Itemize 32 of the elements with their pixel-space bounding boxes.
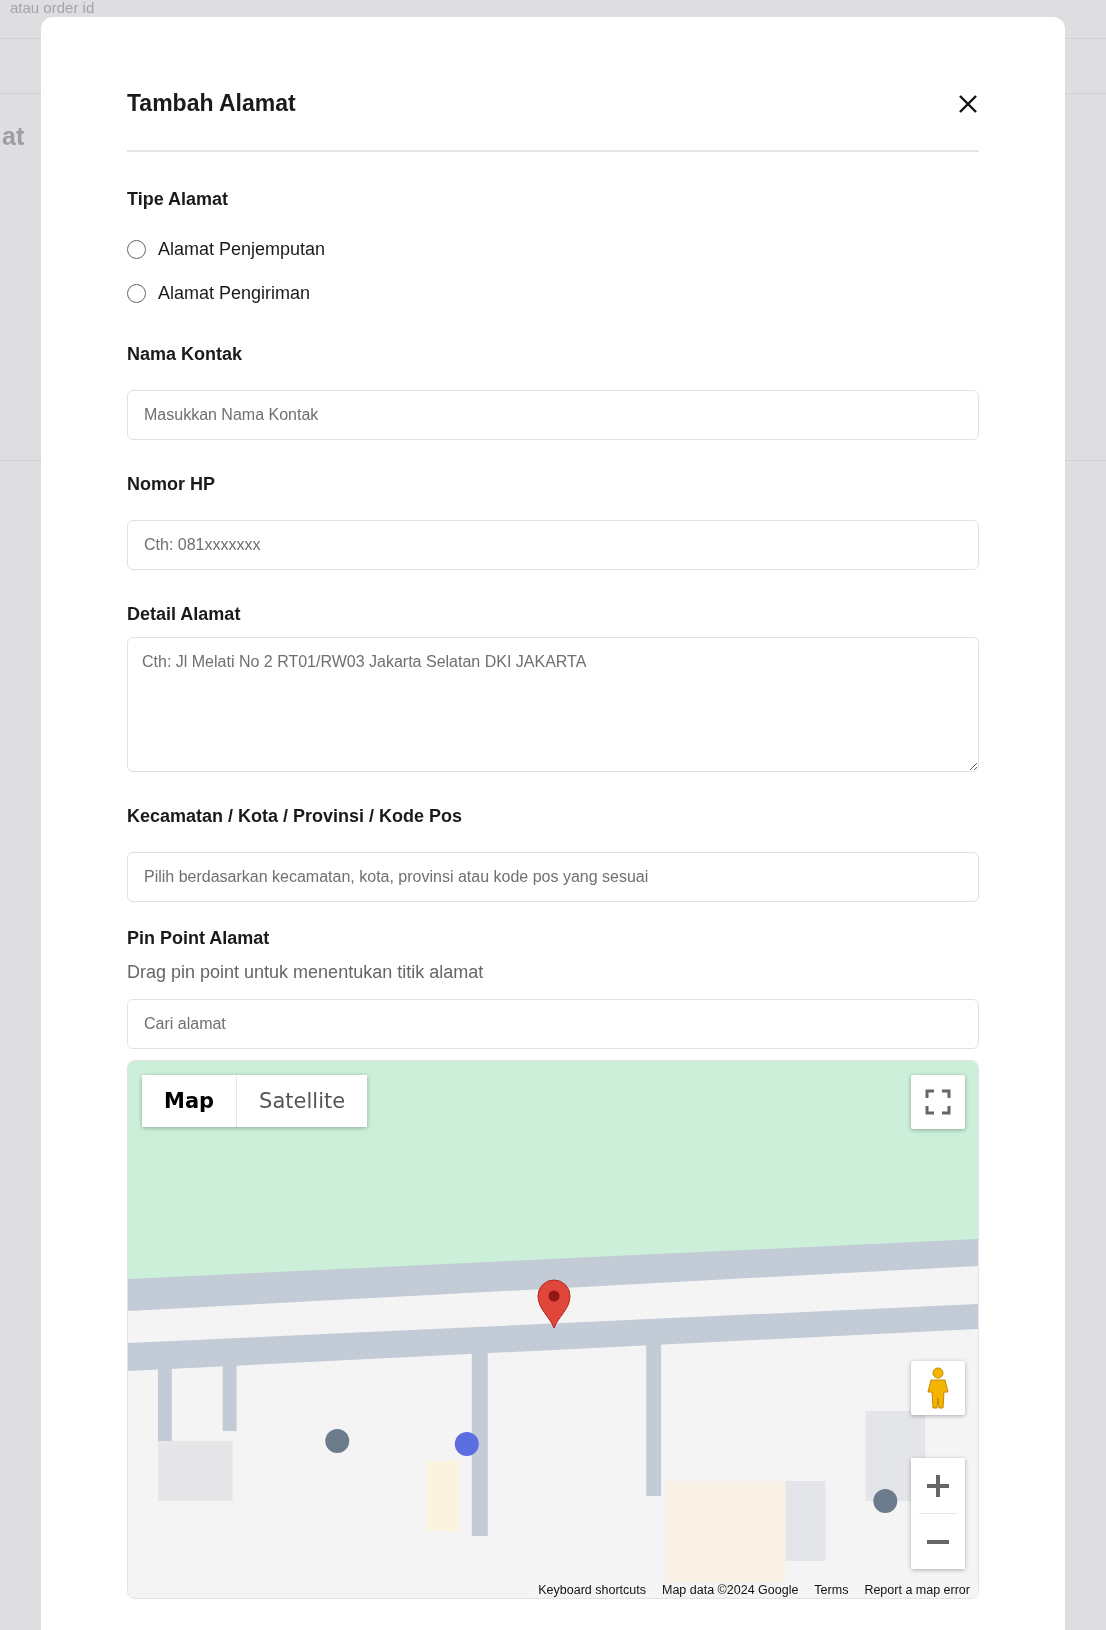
map-footer-link[interactable]: Keyboard shortcuts bbox=[538, 1583, 646, 1597]
field-label: Nama Kontak bbox=[127, 344, 244, 365]
text-area[interactable]: Cth: Jl Melati No 2 RT01/RW03 Jakarta Selatan DKI JAKARTA bbox=[127, 637, 979, 772]
minus-icon bbox=[926, 1538, 950, 1545]
search-field[interactable]: Cari alamat bbox=[127, 999, 979, 1049]
dialog-title: Tambah Alamat bbox=[127, 90, 296, 117]
zoom-out-button[interactable] bbox=[911, 1514, 965, 1569]
input-field[interactable]: Cth: 081xxxxxxx bbox=[127, 520, 979, 570]
input-field[interactable]: Pilih berdasarkan kecamatan, kota, provinsi atau kode pos yang sesuai bbox=[127, 852, 979, 902]
map-footer-link[interactable]: Report a map error bbox=[864, 1583, 970, 1597]
search-field[interactable]: atau order id bbox=[4, 0, 410, 16]
input-field[interactable]: Masukkan Nama Kontak bbox=[127, 390, 979, 440]
radio-label[interactable]: Alamat Pengiriman bbox=[158, 283, 311, 304]
close-icon[interactable] bbox=[957, 92, 979, 115]
field-label: Detail Alamat bbox=[127, 604, 242, 625]
field-label: Pin Point Alamat bbox=[127, 928, 271, 949]
page-heading: at bbox=[2, 122, 25, 151]
map-type-tab[interactable]: Satellite bbox=[236, 1075, 368, 1127]
map-footer-link[interactable]: Terms bbox=[814, 1583, 849, 1597]
map-footer-link[interactable]: Map data ©2024 Google bbox=[661, 1583, 799, 1597]
zoom-in-button[interactable] bbox=[911, 1458, 965, 1513]
radio-label[interactable]: Alamat Penjemputan bbox=[158, 239, 326, 260]
map-type-tab[interactable]: Map bbox=[142, 1075, 237, 1127]
plus-icon bbox=[926, 1473, 950, 1498]
helper-text: Drag pin point untuk menentukan titik alamat bbox=[127, 962, 485, 983]
field-label: Nomor HP bbox=[127, 474, 216, 495]
map-pin-icon[interactable] bbox=[536, 1279, 572, 1329]
person-icon bbox=[925, 1366, 951, 1410]
fullscreen-icon bbox=[925, 1089, 951, 1115]
field-label: Kecamatan / Kota / Provinsi / Kode Pos bbox=[127, 806, 464, 827]
field-label: Tipe Alamat bbox=[127, 189, 230, 210]
fullscreen-button[interactable] bbox=[911, 1075, 965, 1129]
